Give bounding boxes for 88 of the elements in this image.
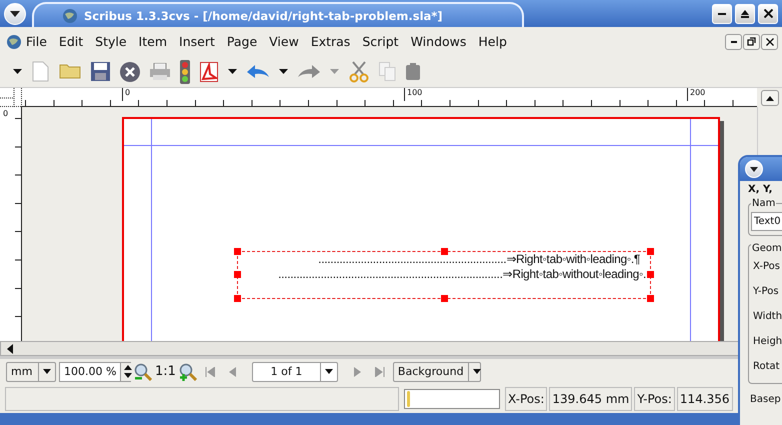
minimize-icon bbox=[718, 12, 726, 14]
scissors-icon[interactable] bbox=[349, 60, 369, 82]
menu-item[interactable]: Insert bbox=[175, 34, 223, 49]
menu-item[interactable]: Help bbox=[474, 34, 515, 49]
field-label: Rotat bbox=[752, 360, 781, 374]
resize-handle[interactable] bbox=[234, 248, 241, 255]
group-label: Nam bbox=[751, 198, 776, 209]
eject-icon bbox=[741, 10, 749, 18]
maximize-button[interactable] bbox=[735, 4, 755, 24]
minimize-button[interactable] bbox=[725, 34, 742, 50]
caret-icon bbox=[750, 166, 758, 172]
copy-icon bbox=[379, 62, 396, 81]
caret-icon bbox=[324, 369, 333, 374]
zoom-out-icon[interactable] bbox=[134, 362, 152, 380]
xpos-value: 139.645 mm bbox=[549, 386, 632, 410]
menu-item[interactable]: Extras bbox=[306, 34, 358, 49]
panel-tab[interactable]: X, Y, bbox=[748, 184, 782, 195]
dropdown-arrow-icon[interactable] bbox=[228, 69, 237, 74]
resize-handle[interactable] bbox=[647, 295, 654, 302]
menu-item[interactable]: Page bbox=[222, 34, 266, 49]
clipboard-icon bbox=[406, 63, 420, 80]
scroll-up-button[interactable] bbox=[760, 90, 778, 106]
field-label: Basep bbox=[749, 392, 782, 406]
dropdown-arrow-icon[interactable] bbox=[279, 69, 288, 74]
text-frame[interactable]: ..............................................................⇒Right◦tab◦with◦leading◦.¶ ..........................................................................⇒Right◦tab◦without◦leading◦. bbox=[237, 251, 651, 299]
resize-handle[interactable] bbox=[647, 271, 654, 278]
dropdown-arrow-icon bbox=[330, 69, 339, 74]
close-icon bbox=[766, 38, 774, 46]
resize-handle[interactable] bbox=[441, 295, 448, 302]
caret-icon bbox=[43, 369, 51, 374]
minimize-icon bbox=[730, 40, 736, 42]
previous-page-icon bbox=[228, 366, 236, 376]
caret-up-icon bbox=[766, 96, 774, 100]
close-document-icon[interactable] bbox=[120, 62, 140, 82]
save-icon[interactable] bbox=[91, 62, 110, 81]
field-label: X-Pos bbox=[752, 260, 781, 274]
globe-icon bbox=[62, 8, 78, 24]
caret-icon bbox=[10, 10, 20, 16]
globe-icon bbox=[6, 34, 22, 50]
menu-item[interactable]: Edit bbox=[54, 34, 92, 49]
scroll-left-icon[interactable] bbox=[7, 344, 13, 354]
traffic-light-icon[interactable] bbox=[180, 60, 190, 84]
ypos-label: Y-Pos: bbox=[634, 386, 675, 410]
restore-icon bbox=[747, 37, 756, 46]
menu-item[interactable]: Item bbox=[134, 34, 176, 49]
caret-icon bbox=[472, 369, 481, 374]
resize-handle[interactable] bbox=[234, 271, 241, 278]
resize-handle[interactable] bbox=[441, 248, 448, 255]
unit-dropdown[interactable]: mm bbox=[6, 362, 56, 382]
window-title: Scribus 1.3.3cvs - [/home/david/right-tab-problem.sla*] bbox=[84, 8, 443, 22]
menu-item[interactable]: View bbox=[265, 34, 307, 49]
resize-handle[interactable] bbox=[234, 295, 241, 302]
first-page-icon bbox=[204, 366, 215, 376]
menu-item[interactable]: Style bbox=[91, 34, 135, 49]
xpos-label: X-Pos: bbox=[505, 386, 548, 410]
menu-item[interactable]: Script bbox=[358, 34, 407, 49]
ruler-label: 100 bbox=[404, 88, 422, 101]
restore-button[interactable] bbox=[743, 34, 760, 50]
layer-dropdown[interactable]: Background bbox=[392, 362, 481, 382]
group-label: Geom bbox=[751, 243, 782, 254]
ypos-value: 114.356 bbox=[676, 386, 733, 410]
field-label: Y-Pos bbox=[752, 285, 780, 299]
name-field[interactable]: Text0 bbox=[751, 212, 782, 231]
menu-item[interactable]: Windows bbox=[406, 34, 474, 49]
printer-icon[interactable] bbox=[150, 63, 170, 80]
spinner-arrows-icon bbox=[124, 365, 132, 378]
ruler-label: 0 bbox=[122, 88, 130, 101]
field-label: Width bbox=[752, 310, 782, 324]
ruler-label: 0 bbox=[3, 109, 8, 118]
zoom-in-icon[interactable] bbox=[178, 362, 197, 380]
dropdown-arrow-icon[interactable] bbox=[13, 69, 22, 74]
menu-item[interactable]: File bbox=[22, 34, 55, 49]
close-icon bbox=[764, 9, 772, 18]
ruler-label: 200 bbox=[687, 88, 706, 101]
page-dropdown[interactable]: 1 of 1 bbox=[252, 362, 338, 382]
actual-size-button[interactable]: 1:1 bbox=[155, 364, 176, 379]
panel-menu-button[interactable] bbox=[745, 160, 763, 178]
resize-handle[interactable] bbox=[647, 248, 654, 255]
next-page-icon bbox=[354, 366, 362, 376]
frame-text: ..........................................................................⇒Right◦tab◦without◦leading◦. bbox=[278, 267, 646, 282]
last-page-icon bbox=[374, 366, 385, 376]
field-label: Heigh bbox=[752, 335, 782, 349]
close-button[interactable] bbox=[761, 34, 778, 50]
window-menu-button[interactable] bbox=[4, 2, 26, 24]
undo-icon[interactable] bbox=[247, 64, 269, 78]
pdf-icon[interactable] bbox=[200, 62, 218, 82]
redo-icon bbox=[298, 64, 320, 78]
frame-text: ..............................................................⇒Right◦tab◦with◦leading◦.¶ bbox=[318, 252, 640, 267]
